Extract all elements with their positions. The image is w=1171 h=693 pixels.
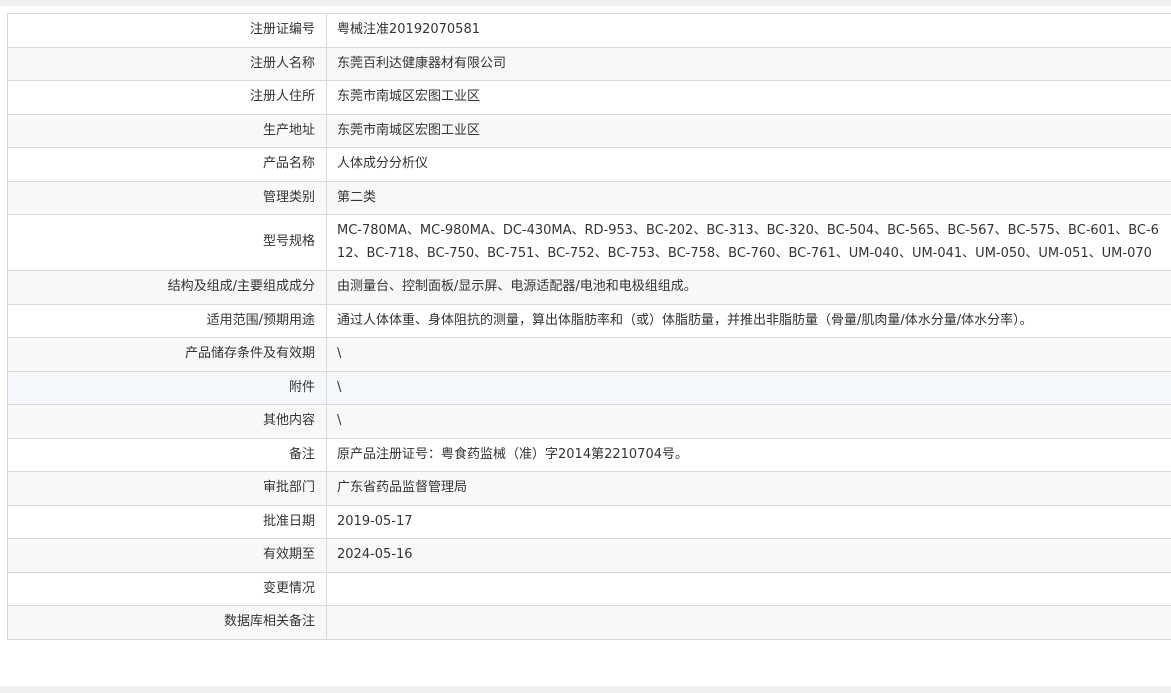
- table-row: 注册人名称 东莞百利达健康器材有限公司: [7, 46, 1171, 81]
- row-label: 产品名称: [7, 147, 327, 182]
- row-label: 附件: [7, 370, 327, 405]
- table-row: 结构及组成/主要组成成分 由测量台、控制面板/显示屏、电源适配器/电池和电极组组…: [7, 270, 1171, 305]
- row-value: 东莞市南城区宏图工业区: [326, 80, 1171, 115]
- row-value: 原产品注册证号：粤食药监械（准）字2014第2210704号。: [326, 437, 1171, 472]
- table-row: 生产地址 东莞市南城区宏图工业区: [7, 113, 1171, 148]
- row-value: 东莞百利达健康器材有限公司: [326, 46, 1171, 81]
- table-row: 有效期至 2024-05-16: [7, 538, 1171, 573]
- table-row: 注册人住所 东莞市南城区宏图工业区: [7, 80, 1171, 115]
- row-label: 变更情况: [7, 571, 327, 606]
- table-body: 注册证编号 粤械注准20192070581 注册人名称 东莞百利达健康器材有限公…: [7, 13, 1171, 640]
- row-value: 通过人体体重、身体阻抗的测量，算出体脂肪率和（或）体脂肪量，并推出非脂肪量（骨量…: [326, 303, 1171, 338]
- row-label: 有效期至: [7, 538, 327, 573]
- row-label: 审批部门: [7, 471, 327, 506]
- registration-details-table: 注册证编号 粤械注准20192070581 注册人名称 东莞百利达健康器材有限公…: [7, 13, 1171, 640]
- table-row: 其他内容 \: [7, 404, 1171, 439]
- row-value: 广东省药品监督管理局: [326, 471, 1171, 506]
- table-row: 变更情况: [7, 571, 1171, 606]
- table-row: 数据库相关备注: [7, 605, 1171, 640]
- row-value: 东莞市南城区宏图工业区: [326, 113, 1171, 148]
- table-row: 适用范围/预期用途 通过人体体重、身体阻抗的测量，算出体脂肪率和（或）体脂肪量，…: [7, 303, 1171, 338]
- row-value: 粤械注准20192070581: [326, 13, 1171, 48]
- row-value: 第二类: [326, 180, 1171, 215]
- row-label: 适用范围/预期用途: [7, 303, 327, 338]
- row-value: MC-780MA、MC-980MA、DC-430MA、RD-953、BC-202…: [326, 214, 1171, 271]
- row-value: \: [326, 337, 1171, 372]
- row-value: \: [326, 404, 1171, 439]
- table-row: 型号规格 MC-780MA、MC-980MA、DC-430MA、RD-953、B…: [7, 214, 1171, 271]
- table-row: 注册证编号 粤械注准20192070581: [7, 13, 1171, 48]
- row-label: 型号规格: [7, 214, 327, 271]
- row-value: 2019-05-17: [326, 504, 1171, 539]
- table-row: 产品名称 人体成分分析仪: [7, 147, 1171, 182]
- row-value: [326, 605, 1171, 640]
- row-label: 注册人住所: [7, 80, 327, 115]
- row-label: 批准日期: [7, 504, 327, 539]
- row-value: \: [326, 370, 1171, 405]
- row-value: 由测量台、控制面板/显示屏、电源适配器/电池和电极组组成。: [326, 270, 1171, 305]
- row-value: 人体成分分析仪: [326, 147, 1171, 182]
- table-row: 备注 原产品注册证号：粤食药监械（准）字2014第2210704号。: [7, 437, 1171, 472]
- row-label: 生产地址: [7, 113, 327, 148]
- table-row: 产品储存条件及有效期 \: [7, 337, 1171, 372]
- row-label: 管理类别: [7, 180, 327, 215]
- table-row: 管理类别 第二类: [7, 180, 1171, 215]
- row-label: 注册证编号: [7, 13, 327, 48]
- row-value: 2024-05-16: [326, 538, 1171, 573]
- table-row: 附件 \: [7, 370, 1171, 405]
- row-value: [326, 571, 1171, 606]
- row-label: 数据库相关备注: [7, 605, 327, 640]
- row-label: 注册人名称: [7, 46, 327, 81]
- table-row: 批准日期 2019-05-17: [7, 504, 1171, 539]
- table-row: 审批部门 广东省药品监督管理局: [7, 471, 1171, 506]
- row-label: 备注: [7, 437, 327, 472]
- row-label: 结构及组成/主要组成成分: [7, 270, 327, 305]
- page-container: 注册证编号 粤械注准20192070581 注册人名称 东莞百利达健康器材有限公…: [0, 6, 1171, 686]
- row-label: 产品储存条件及有效期: [7, 337, 327, 372]
- row-label: 其他内容: [7, 404, 327, 439]
